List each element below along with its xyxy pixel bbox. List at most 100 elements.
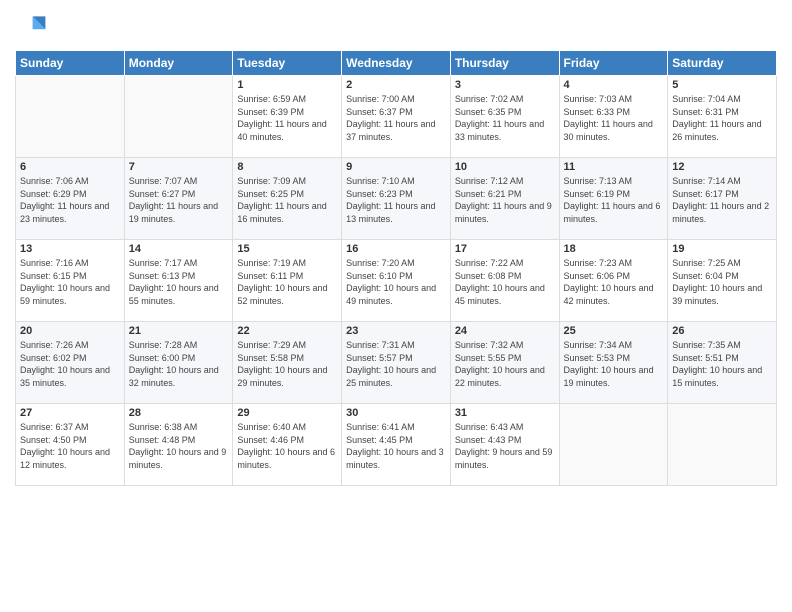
cell-info: Sunrise: 6:43 AM Sunset: 4:43 PM Dayligh…	[455, 421, 555, 471]
day-number: 12	[672, 161, 772, 173]
day-number: 28	[129, 407, 229, 419]
calendar-cell: 2 Sunrise: 7:00 AM Sunset: 6:37 PM Daylig…	[342, 76, 451, 158]
day-number: 6	[20, 161, 120, 173]
calendar-cell: 9 Sunrise: 7:10 AM Sunset: 6:23 PM Daylig…	[342, 158, 451, 240]
calendar-cell: 19 Sunrise: 7:25 AM Sunset: 6:04 PM Dayli…	[668, 240, 777, 322]
calendar-cell: 29 Sunrise: 6:40 AM Sunset: 4:46 PM Dayli…	[233, 404, 342, 486]
calendar-cell: 15 Sunrise: 7:19 AM Sunset: 6:11 PM Dayli…	[233, 240, 342, 322]
calendar-cell: 10 Sunrise: 7:12 AM Sunset: 6:21 PM Dayli…	[450, 158, 559, 240]
cell-info: Sunrise: 6:41 AM Sunset: 4:45 PM Dayligh…	[346, 421, 446, 471]
calendar-cell: 28 Sunrise: 6:38 AM Sunset: 4:48 PM Dayli…	[124, 404, 233, 486]
cell-info: Sunrise: 7:22 AM Sunset: 6:08 PM Dayligh…	[455, 257, 555, 307]
day-number: 20	[20, 325, 120, 337]
calendar-cell: 1 Sunrise: 6:59 AM Sunset: 6:39 PM Daylig…	[233, 76, 342, 158]
logo-icon	[15, 10, 47, 42]
day-number: 5	[672, 79, 772, 91]
cell-info: Sunrise: 7:16 AM Sunset: 6:15 PM Dayligh…	[20, 257, 120, 307]
calendar-cell: 8 Sunrise: 7:09 AM Sunset: 6:25 PM Daylig…	[233, 158, 342, 240]
calendar-cell	[124, 76, 233, 158]
cell-info: Sunrise: 6:59 AM Sunset: 6:39 PM Dayligh…	[237, 93, 337, 143]
calendar-cell: 31 Sunrise: 6:43 AM Sunset: 4:43 PM Dayli…	[450, 404, 559, 486]
day-number: 7	[129, 161, 229, 173]
calendar-cell: 11 Sunrise: 7:13 AM Sunset: 6:19 PM Dayli…	[559, 158, 668, 240]
cell-info: Sunrise: 7:25 AM Sunset: 6:04 PM Dayligh…	[672, 257, 772, 307]
day-number: 31	[455, 407, 555, 419]
calendar-cell: 7 Sunrise: 7:07 AM Sunset: 6:27 PM Daylig…	[124, 158, 233, 240]
day-number: 2	[346, 79, 446, 91]
day-number: 3	[455, 79, 555, 91]
cell-info: Sunrise: 7:10 AM Sunset: 6:23 PM Dayligh…	[346, 175, 446, 225]
calendar-cell	[559, 404, 668, 486]
cell-info: Sunrise: 7:26 AM Sunset: 6:02 PM Dayligh…	[20, 339, 120, 389]
calendar-cell: 25Sunrise: 7:34 AM Sunset: 5:53 PM Dayli…	[559, 322, 668, 404]
day-header-monday: Monday	[124, 51, 233, 76]
calendar-cell: 14 Sunrise: 7:17 AM Sunset: 6:13 PM Dayli…	[124, 240, 233, 322]
cell-info: Sunrise: 7:14 AM Sunset: 6:17 PM Dayligh…	[672, 175, 772, 225]
cell-info: Sunrise: 7:03 AM Sunset: 6:33 PM Dayligh…	[564, 93, 664, 143]
day-number: 9	[346, 161, 446, 173]
cell-info: Sunrise: 7:23 AM Sunset: 6:06 PM Dayligh…	[564, 257, 664, 307]
day-header-wednesday: Wednesday	[342, 51, 451, 76]
cell-info: Sunrise: 7:12 AM Sunset: 6:21 PM Dayligh…	[455, 175, 555, 225]
calendar-cell: 5Sunrise: 7:04 AM Sunset: 6:31 PM Daylig…	[668, 76, 777, 158]
day-number: 10	[455, 161, 555, 173]
day-header-thursday: Thursday	[450, 51, 559, 76]
cell-info: Sunrise: 7:28 AM Sunset: 6:00 PM Dayligh…	[129, 339, 229, 389]
calendar-cell: 26Sunrise: 7:35 AM Sunset: 5:51 PM Dayli…	[668, 322, 777, 404]
calendar-cell: 13 Sunrise: 7:16 AM Sunset: 6:15 PM Dayli…	[16, 240, 125, 322]
day-number: 14	[129, 243, 229, 255]
calendar-cell: 23 Sunrise: 7:31 AM Sunset: 5:57 PM Dayli…	[342, 322, 451, 404]
day-number: 27	[20, 407, 120, 419]
cell-info: Sunrise: 7:09 AM Sunset: 6:25 PM Dayligh…	[237, 175, 337, 225]
day-number: 29	[237, 407, 337, 419]
calendar-cell: 24 Sunrise: 7:32 AM Sunset: 5:55 PM Dayli…	[450, 322, 559, 404]
calendar-cell: 6Sunrise: 7:06 AM Sunset: 6:29 PM Daylig…	[16, 158, 125, 240]
cell-info: Sunrise: 7:29 AM Sunset: 5:58 PM Dayligh…	[237, 339, 337, 389]
cell-info: Sunrise: 7:32 AM Sunset: 5:55 PM Dayligh…	[455, 339, 555, 389]
day-number: 4	[564, 79, 664, 91]
calendar-cell: 18 Sunrise: 7:23 AM Sunset: 6:06 PM Dayli…	[559, 240, 668, 322]
calendar-cell: 20 Sunrise: 7:26 AM Sunset: 6:02 PM Dayli…	[16, 322, 125, 404]
day-number: 16	[346, 243, 446, 255]
calendar-cell	[16, 76, 125, 158]
day-number: 24	[455, 325, 555, 337]
cell-info: Sunrise: 7:35 AM Sunset: 5:51 PM Dayligh…	[672, 339, 772, 389]
cell-info: Sunrise: 7:31 AM Sunset: 5:57 PM Dayligh…	[346, 339, 446, 389]
day-number: 17	[455, 243, 555, 255]
calendar-cell: 4 Sunrise: 7:03 AM Sunset: 6:33 PM Daylig…	[559, 76, 668, 158]
day-number: 13	[20, 243, 120, 255]
day-number: 18	[564, 243, 664, 255]
calendar-cell: 17 Sunrise: 7:22 AM Sunset: 6:08 PM Dayli…	[450, 240, 559, 322]
day-header-sunday: Sunday	[16, 51, 125, 76]
cell-info: Sunrise: 6:40 AM Sunset: 4:46 PM Dayligh…	[237, 421, 337, 471]
day-number: 15	[237, 243, 337, 255]
calendar-cell: 21 Sunrise: 7:28 AM Sunset: 6:00 PM Dayli…	[124, 322, 233, 404]
cell-info: Sunrise: 6:37 AM Sunset: 4:50 PM Dayligh…	[20, 421, 120, 471]
day-number: 19	[672, 243, 772, 255]
cell-info: Sunrise: 7:19 AM Sunset: 6:11 PM Dayligh…	[237, 257, 337, 307]
day-number: 1	[237, 79, 337, 91]
cell-info: Sunrise: 7:17 AM Sunset: 6:13 PM Dayligh…	[129, 257, 229, 307]
day-number: 21	[129, 325, 229, 337]
cell-info: Sunrise: 7:00 AM Sunset: 6:37 PM Dayligh…	[346, 93, 446, 143]
calendar-cell: 22 Sunrise: 7:29 AM Sunset: 5:58 PM Dayli…	[233, 322, 342, 404]
cell-info: Sunrise: 6:38 AM Sunset: 4:48 PM Dayligh…	[129, 421, 229, 471]
cell-info: Sunrise: 7:07 AM Sunset: 6:27 PM Dayligh…	[129, 175, 229, 225]
day-header-tuesday: Tuesday	[233, 51, 342, 76]
calendar-cell: 12 Sunrise: 7:14 AM Sunset: 6:17 PM Dayli…	[668, 158, 777, 240]
day-number: 30	[346, 407, 446, 419]
day-number: 8	[237, 161, 337, 173]
cell-info: Sunrise: 7:13 AM Sunset: 6:19 PM Dayligh…	[564, 175, 664, 225]
day-number: 22	[237, 325, 337, 337]
day-number: 23	[346, 325, 446, 337]
cell-info: Sunrise: 7:20 AM Sunset: 6:10 PM Dayligh…	[346, 257, 446, 307]
calendar-cell: 16 Sunrise: 7:20 AM Sunset: 6:10 PM Dayli…	[342, 240, 451, 322]
logo	[15, 10, 51, 42]
day-header-friday: Friday	[559, 51, 668, 76]
cell-info: Sunrise: 7:02 AM Sunset: 6:35 PM Dayligh…	[455, 93, 555, 143]
calendar-cell	[668, 404, 777, 486]
calendar-cell: 27 Sunrise: 6:37 AM Sunset: 4:50 PM Dayli…	[16, 404, 125, 486]
day-number: 11	[564, 161, 664, 173]
calendar-cell: 30 Sunrise: 6:41 AM Sunset: 4:45 PM Dayli…	[342, 404, 451, 486]
cell-info: Sunrise: 7:34 AM Sunset: 5:53 PM Dayligh…	[564, 339, 664, 389]
